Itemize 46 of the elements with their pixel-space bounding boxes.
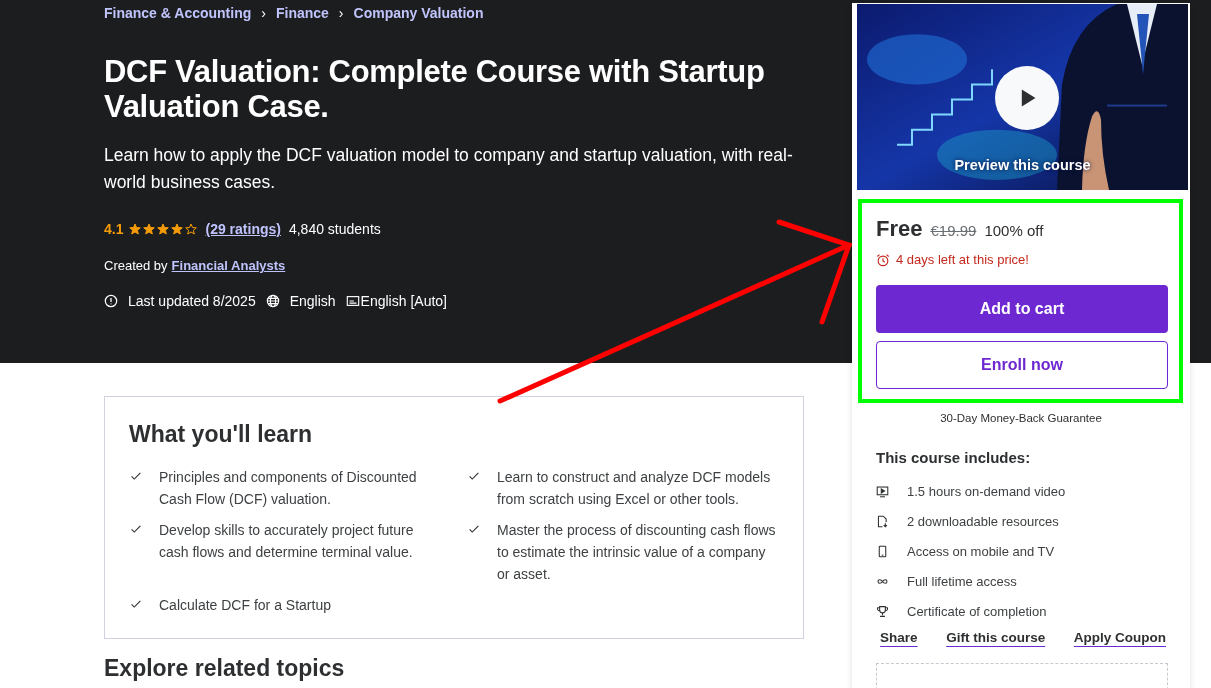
current-price: Free (876, 216, 923, 242)
created-by-label: Created by (104, 258, 168, 273)
mobile-icon (876, 544, 889, 558)
breadcrumb-link[interactable]: Finance & Accounting (104, 5, 252, 21)
course-feature: 1.5 hours on-demand video (907, 483, 1066, 499)
course-language: English (289, 293, 336, 309)
student-count: 4,840 students (288, 221, 381, 237)
original-price: €19.99 (930, 222, 977, 239)
course-feature: Full lifetime access (907, 573, 1017, 589)
globe-icon (265, 294, 280, 308)
enroll-button[interactable]: Enroll now (876, 341, 1168, 389)
section-heading: What you'll learn (129, 421, 314, 448)
includes-heading: This course includes: (876, 449, 1032, 466)
caption-language: English [Auto] (360, 293, 447, 309)
ratings-link[interactable]: (29 ratings) (205, 221, 281, 237)
course-title: DCF Valuation: Complete Course with Startup Valuation Case. (104, 54, 766, 124)
trophy-icon (876, 604, 889, 618)
last-updated: Last updated 8/2025 (128, 293, 256, 309)
captions-icon (345, 294, 360, 308)
learning-point: Learn to construct and analyze DCF models from scratch using Excel or other tools. (497, 468, 772, 509)
download-file-icon (876, 514, 889, 528)
course-feature: Certificate of completion (907, 603, 1047, 619)
section-heading: Explore related topics (104, 655, 346, 682)
learning-point: Develop skills to accurately project future cash flows and determine terminal value. (159, 521, 415, 562)
discount-label: 100% off (984, 222, 1044, 239)
learning-point: Master the process of discounting cash flows to estimate the intrinsic value of a company or asset. (497, 521, 777, 584)
rating-score: 4.1 (104, 221, 124, 237)
action-link[interactable]: Gift this course (946, 630, 1046, 645)
alarm-clock-icon (876, 252, 890, 267)
action-link[interactable]: Share (880, 630, 918, 645)
price-deadline: 4 days left at this price! (896, 252, 1029, 267)
learning-point: Principles and components of Discounted Cash Flow (DCF) valuation. (159, 468, 418, 509)
breadcrumb-link[interactable]: Company Valuation (353, 5, 484, 21)
course-feature: 2 downloadable resources (907, 513, 1059, 529)
add-to-cart-button[interactable]: Add to cart (876, 285, 1168, 333)
breadcrumb-separator: › (338, 5, 344, 21)
learning-point: Calculate DCF for a Startup (159, 596, 331, 615)
action-link[interactable]: Apply Coupon (1073, 630, 1166, 645)
breadcrumb-link[interactable]: Finance (275, 5, 329, 21)
guarantee-note: 30-Day Money-Back Guarantee (939, 412, 1103, 424)
course-feature: Access on mobile and TV (907, 543, 1055, 559)
course-subtitle: Learn how to apply the DCF valuation model to company and startup valuation, with real-world business cases. (104, 144, 794, 194)
alert-icon (104, 294, 118, 308)
breadcrumb-separator: › (261, 5, 266, 21)
video-icon (876, 484, 889, 498)
author-link[interactable]: Financial Analysts (171, 258, 286, 273)
